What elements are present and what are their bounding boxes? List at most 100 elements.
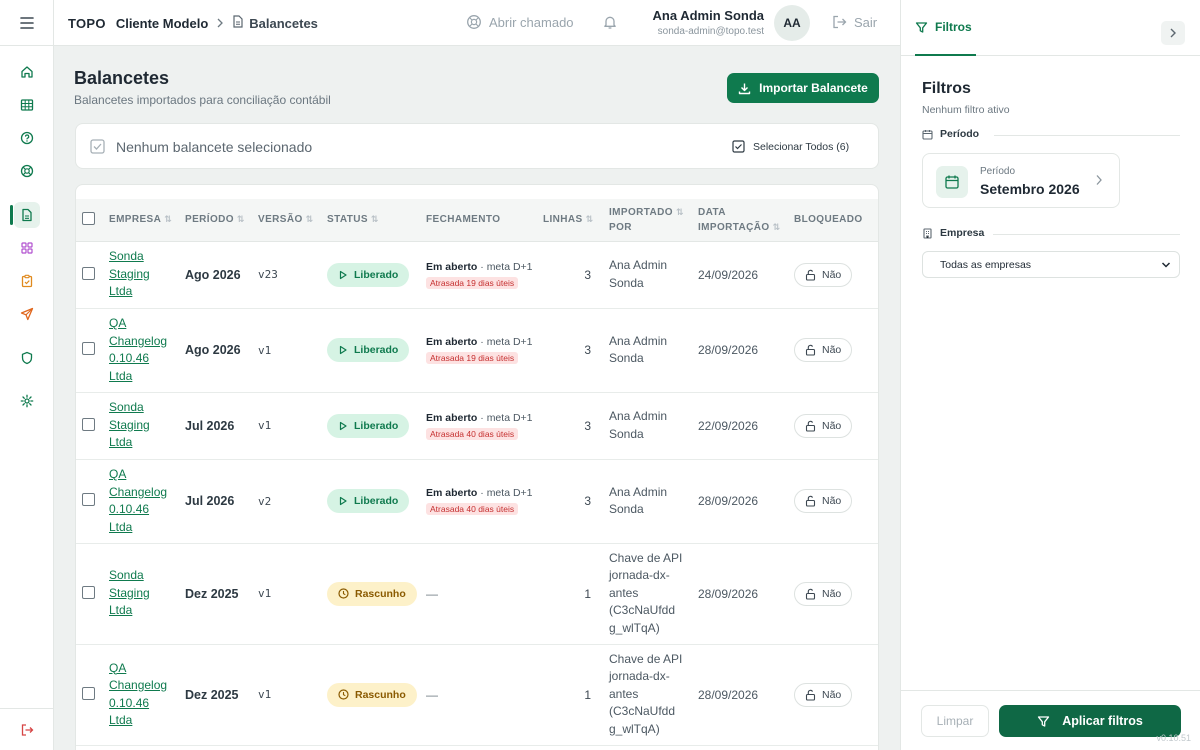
support-icon (467, 15, 481, 29)
company-link[interactable]: QA Changelog 0.10.46 Ltda (109, 467, 167, 534)
sidebar-logout-button[interactable] (14, 717, 40, 743)
row-checkbox[interactable] (82, 342, 95, 355)
version-cell: v23 (254, 241, 323, 309)
menu-button[interactable] (0, 0, 54, 46)
apply-filters-button[interactable]: Aplicar filtros (999, 705, 1181, 737)
lock-open-icon (805, 420, 816, 432)
clipboard-icon (21, 274, 33, 288)
sidebar-item-table[interactable] (14, 92, 40, 118)
select-all-label: Selecionar Todos (6) (753, 140, 850, 153)
late-badge: Atrasada 40 dias úteis (426, 427, 519, 440)
row-checkbox-cell (76, 308, 105, 393)
chevron-right-icon (1096, 175, 1102, 185)
notifications-button[interactable] (602, 14, 618, 30)
main-content: Balancetes Balancetes importados para co… (54, 46, 900, 750)
filters-footer: Limpar Aplicar filtros v0.10.51 (901, 690, 1200, 750)
sidebar-item-settings[interactable] (14, 388, 40, 414)
company-link[interactable]: QA Changelog 0.10.46 Ltda (109, 661, 167, 728)
play-icon (339, 270, 347, 279)
open-ticket-button[interactable]: Abrir chamado (466, 14, 574, 30)
status-cell: Liberado (323, 308, 422, 393)
col-empresa[interactable]: EMPRESA ⇅ (105, 199, 181, 242)
sidebar-item-support[interactable] (14, 158, 40, 184)
col-periodo[interactable]: PERÍODO ⇅ (181, 199, 254, 242)
collapse-panel-button[interactable] (1161, 21, 1185, 45)
calendar-icon (936, 166, 968, 198)
blocked-toggle[interactable]: Não (794, 581, 853, 606)
company-cell: QA Changelog 0.10.46 Ltda (105, 308, 181, 393)
sidebar-item-help[interactable] (14, 125, 40, 151)
row-checkbox[interactable] (82, 585, 95, 599)
status-badge: Rascunho (327, 682, 417, 707)
blocked-toggle[interactable]: Não (794, 262, 853, 287)
col-status[interactable]: STATUS ⇅ (323, 199, 422, 242)
logout-button[interactable]: Sair (831, 14, 877, 30)
lock-open-icon (805, 344, 816, 356)
row-checkbox[interactable] (82, 493, 95, 506)
sidebar-item-shield[interactable] (14, 345, 40, 371)
blocked-cell: Não (790, 392, 878, 460)
col-data-importacao[interactable]: DATA IMPORTAÇÃO ⇅ (694, 199, 790, 242)
app-version: v0.10.51 (1156, 733, 1191, 743)
clear-filters-button[interactable]: Limpar (921, 705, 989, 737)
row-checkbox[interactable] (82, 417, 95, 431)
col-bloqueado: BLOQUEADO (790, 199, 878, 242)
col-fechamento: FECHAMENTO (422, 199, 539, 242)
company-link[interactable]: QA Changelog 0.10.46 Ltda (109, 316, 167, 383)
import-button[interactable]: Importar Balancete (727, 73, 879, 103)
col-importado-por[interactable]: IMPORTADO ⇅ POR (605, 199, 694, 242)
breadcrumb-page: Balancetes (249, 15, 318, 31)
support-icon (20, 164, 34, 178)
table-row: QA Changelog 0.10.46 Ltda Ago 2026 v1 Liberado… (76, 308, 878, 393)
row-checkbox-cell (76, 241, 105, 309)
select-all-checkbox[interactable] (82, 211, 95, 225)
company-link[interactable]: Sonda Staging Ltda (109, 249, 150, 298)
sidebar-item-balancetes[interactable] (10, 202, 40, 228)
company-cell: QA Changelog 0.10.46 Ltda (105, 459, 181, 544)
breadcrumb-client[interactable]: Cliente Modelo (116, 16, 208, 31)
import-date-cell: 28/09/2026 (694, 308, 790, 393)
closing-cell: — (422, 644, 539, 746)
blocked-toggle[interactable]: Não (794, 682, 853, 707)
sidebar (0, 0, 54, 750)
company-cell: Sonda Staging Ltda (105, 543, 181, 645)
tab-filters[interactable]: Filtros (915, 0, 976, 56)
settings-icon (20, 394, 34, 408)
sidebar-item-home[interactable] (14, 59, 40, 85)
lines-cell: 3 (539, 241, 605, 309)
period-picker[interactable]: Período Setembro 2026 (922, 153, 1120, 208)
sort-icon: ⇅ (305, 214, 314, 225)
row-checkbox[interactable] (82, 686, 95, 700)
chevron-right-icon (1170, 28, 1176, 38)
company-select[interactable]: Todas as empresas (922, 251, 1180, 278)
col-versao[interactable]: VERSÃO ⇅ (254, 199, 323, 242)
closing-cell: Em aberto · meta D+1 Atrasada 40 dias úte… (422, 392, 539, 460)
tab-filters-label: Filtros (935, 20, 972, 34)
col-linhas[interactable]: LINHAS ⇅ (539, 199, 605, 242)
filters-panel: Filtros Filtros Nenhum filtro ativo Perí… (900, 0, 1200, 750)
period-cell: Dez 2025 (181, 543, 254, 645)
closing-cell: Em aberto · meta D+1 Atrasada 19 dias úte… (422, 308, 539, 393)
sidebar-item-send[interactable] (14, 301, 40, 327)
filter-icon (915, 21, 928, 33)
user-email: sonda-admin@topo.test (657, 26, 764, 37)
avatar[interactable]: AA (774, 5, 810, 41)
sort-icon: ⇅ (772, 221, 781, 232)
lines-cell: 3 (539, 459, 605, 544)
row-checkbox[interactable] (82, 266, 95, 280)
company-link[interactable]: Sonda Staging Ltda (109, 400, 150, 449)
blocked-toggle[interactable]: Não (794, 489, 853, 513)
sidebar-item-clipboard[interactable] (14, 268, 40, 294)
company-link[interactable]: Sonda Staging Ltda (109, 568, 150, 617)
table-row: Sonda Staging Ltda Ago 2026 v23 Liberado Em ab… (76, 241, 878, 309)
sidebar-item-grid[interactable] (14, 235, 40, 261)
blocked-toggle[interactable]: Não (794, 413, 853, 438)
logout-label: Sair (854, 14, 878, 30)
table-row: QA Changelog 0.10.46 Ltda Dez 2025 v1 Rascunho… (76, 644, 878, 746)
row-checkbox-cell (76, 392, 105, 460)
select-all-button[interactable]: Selecionar Todos (6) (732, 140, 849, 153)
closing-info: Em aberto · meta D+1 Atrasada 40 dias úte… (426, 411, 533, 440)
row-checkbox-cell (76, 644, 105, 746)
open-ticket-label: Abrir chamado (489, 14, 574, 30)
blocked-toggle[interactable]: Não (794, 338, 853, 362)
